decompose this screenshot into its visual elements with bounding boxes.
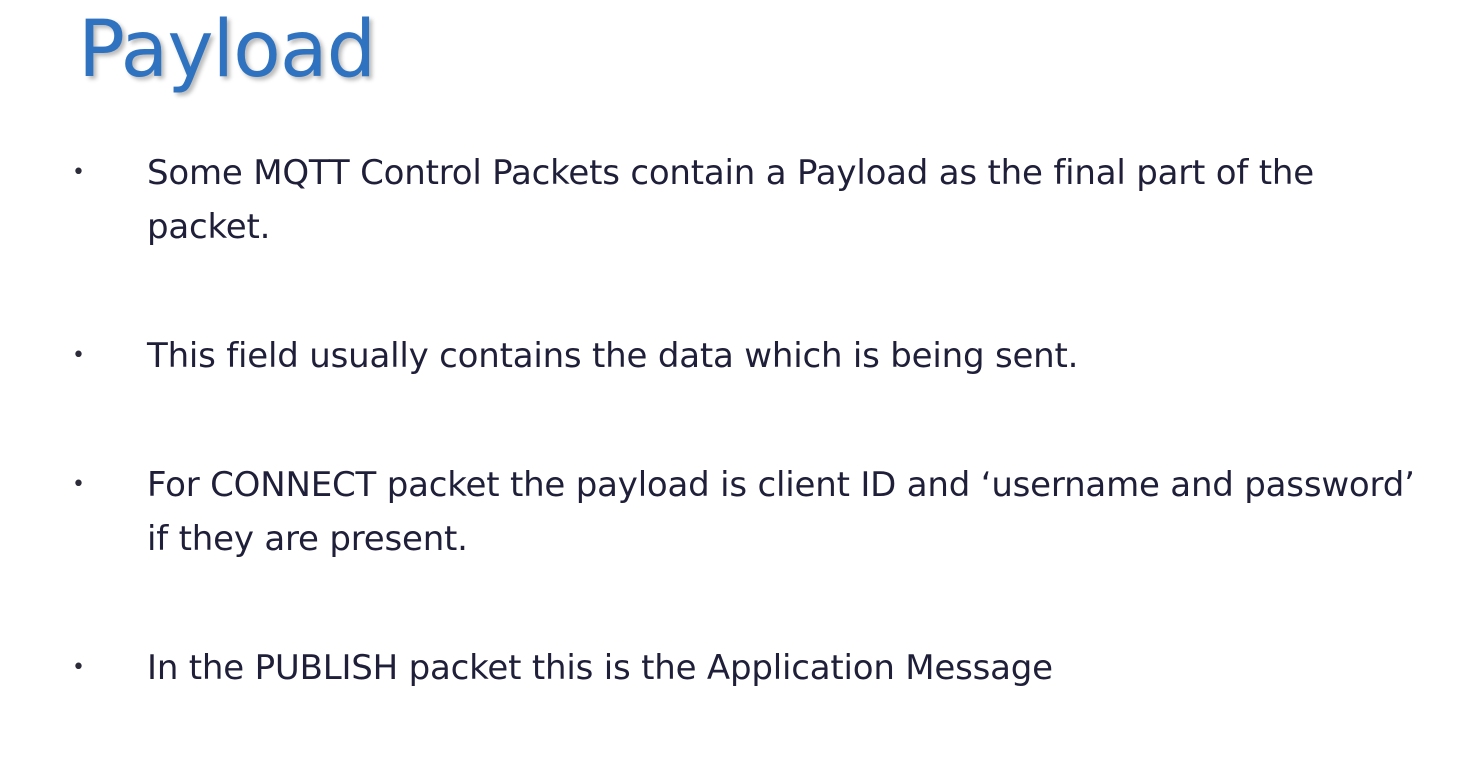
bullet-text: Some MQTT Control Packets contain a Payl… bbox=[147, 153, 1314, 247]
slide: Payload • Some MQTT Control Packets cont… bbox=[0, 0, 1462, 768]
bullet-marker: • bbox=[72, 655, 85, 680]
bullet-marker: • bbox=[72, 343, 85, 368]
bullet-marker: • bbox=[72, 160, 85, 185]
slide-title: Payload bbox=[78, 5, 376, 95]
bullet-marker: • bbox=[72, 472, 85, 497]
bullet-text: In the PUBLISH packet this is the Applic… bbox=[147, 648, 1053, 688]
bullet-text: This field usually contains the data whi… bbox=[147, 336, 1079, 376]
bullet-text: For CONNECT packet the payload is client… bbox=[147, 465, 1415, 559]
